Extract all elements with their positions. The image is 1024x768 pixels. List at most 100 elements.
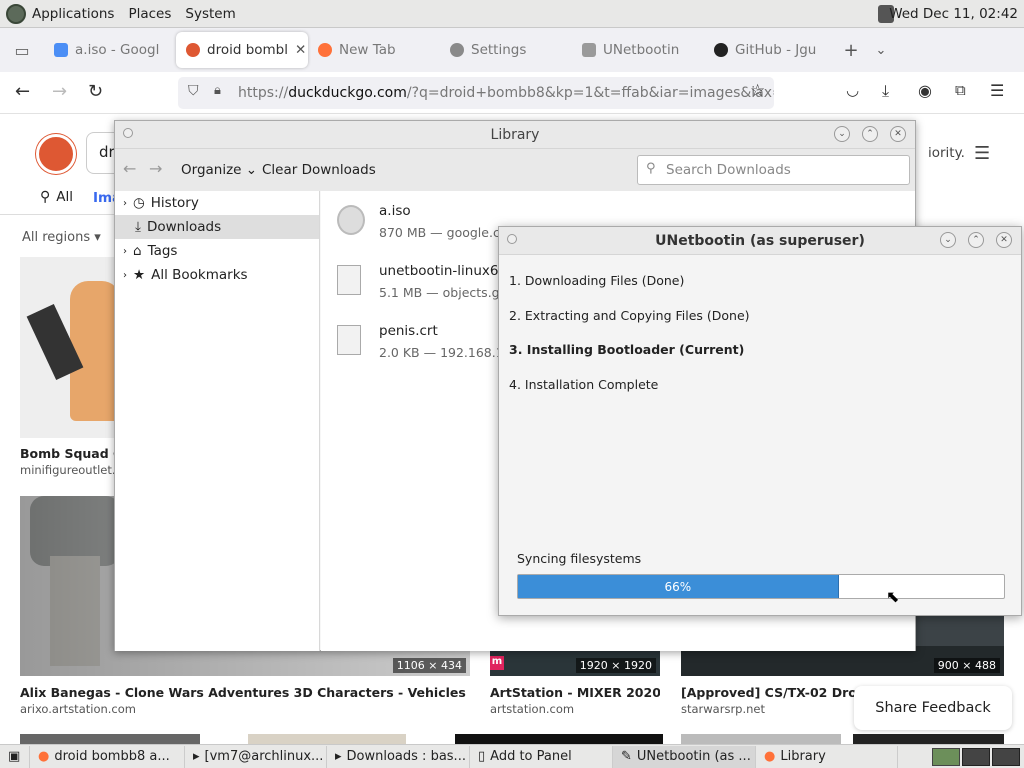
page-menu-icon[interactable]: ☰ — [974, 143, 990, 164]
result-source-1[interactable]: minifigureoutlet.c — [20, 463, 114, 477]
result-source-4[interactable]: starwarsrp.net — [681, 702, 765, 716]
close-tab-icon[interactable]: ✕ — [295, 42, 306, 58]
back-icon[interactable]: ← — [15, 81, 30, 102]
panel-icon: ▯ — [478, 749, 486, 764]
new-tab-plus-icon[interactable]: + — [836, 40, 866, 61]
result-title-2[interactable]: Alix Banegas - Clone Wars Adventures 3D … — [20, 685, 470, 700]
taskbar-item[interactable]: ▸ Downloads : bas... — [327, 745, 470, 768]
show-desktop-icon[interactable]: ▣ — [0, 745, 30, 768]
step-downloading: 1. Downloading Files (Done) — [509, 273, 685, 288]
list-tabs-chevron-icon[interactable]: ⌄ — [866, 43, 896, 58]
lock-icon[interactable]: 🔒︎ — [214, 83, 221, 98]
taskbar-item[interactable]: ✎ UNetbootin (as ... — [613, 745, 756, 768]
star-icon: ★ — [133, 267, 146, 283]
unetbootin-window: UNetbootin (as superuser) ⌄ ⌃ ✕ 1. Downl… — [498, 226, 1022, 616]
terminal-icon: ▸ — [335, 749, 342, 764]
download-icon[interactable]: ⤓ — [882, 81, 889, 101]
result-image-1[interactable] — [20, 257, 114, 438]
result-dims-2: 1106 × 434 — [392, 658, 466, 673]
google-favicon-icon — [54, 43, 68, 57]
tab-overview-icon[interactable]: ▭ — [0, 41, 44, 60]
maximize-icon[interactable]: ⌃ — [862, 126, 878, 142]
unetbootin-title: UNetbootin (as superuser) — [655, 232, 865, 249]
shield-icon[interactable]: ⛉ — [188, 83, 199, 99]
maximize-icon[interactable]: ⌃ — [968, 232, 984, 248]
tab-droid-bomb[interactable]: droid bombl ✕ — [176, 32, 308, 68]
close-icon[interactable]: ✕ — [890, 126, 906, 142]
workspace-switcher[interactable] — [932, 747, 1024, 766]
menu-applications[interactable]: Applications — [32, 6, 114, 22]
taskbar-item[interactable]: ● droid bombb8 a... — [30, 745, 185, 768]
workspace-1[interactable] — [932, 747, 960, 766]
window-menu-icon[interactable] — [123, 128, 133, 138]
url-host: duckduckgo.com — [288, 85, 407, 101]
firefox-icon: ● — [38, 749, 50, 764]
window-menu-icon[interactable] — [507, 234, 517, 244]
menu-system[interactable]: System — [185, 6, 235, 22]
result-source-2[interactable]: arixo.artstation.com — [20, 702, 136, 716]
result-title-3[interactable]: ArtStation - MIXER 2020: B... — [490, 685, 660, 700]
taskbar-item[interactable]: ▸ [vm7@archlinux... — [185, 745, 327, 768]
search-icon: ⚲ — [40, 189, 51, 205]
share-feedback-button[interactable]: Share Feedback — [854, 686, 1012, 730]
account-icon[interactable]: ◉ — [918, 81, 932, 100]
url-bar[interactable]: ⛉ 🔒︎ https://duckduckgo.com/?q=droid+bom… — [178, 77, 774, 109]
duckduckgo-logo-icon[interactable] — [36, 134, 76, 174]
clock-icon: ◷ — [133, 195, 145, 211]
tab-a-iso[interactable]: a.iso - Googl — [44, 32, 176, 68]
library-back-icon[interactable]: ← — [123, 159, 136, 178]
tab-new-tab[interactable]: New Tab — [308, 32, 440, 68]
tab-unetbootin[interactable]: UNetbootin — [572, 32, 704, 68]
chevron-right-icon[interactable]: › — [123, 246, 127, 257]
chevron-right-icon[interactable]: › — [123, 198, 127, 209]
clock[interactable]: Wed Dec 11, 02:42 — [889, 6, 1018, 22]
minimize-icon[interactable]: ⌄ — [940, 232, 956, 248]
navigation-bar: ← → ↻ ⛉ 🔒︎ https://duckduckgo.com/?q=dro… — [0, 72, 1024, 114]
tab-github[interactable]: GitHub - Jgu — [704, 32, 836, 68]
result-source-3[interactable]: artstation.com — [490, 702, 574, 716]
library-titlebar[interactable]: Library — [115, 121, 915, 149]
forward-icon[interactable]: → — [52, 81, 67, 102]
result-image-5[interactable] — [20, 734, 200, 744]
sidebar-item-tags[interactable]: › ⌂ Tags — [115, 239, 319, 263]
hamburger-menu-icon[interactable]: ☰ — [990, 81, 1004, 100]
sidebar-item-all-bookmarks[interactable]: › ★ All Bookmarks — [115, 263, 319, 287]
clear-downloads-button[interactable]: Clear Downloads — [262, 162, 376, 178]
menu-places[interactable]: Places — [128, 6, 171, 22]
taskbar-item[interactable]: ▯ Add to Panel — [470, 745, 613, 768]
chevron-right-icon[interactable]: › — [123, 270, 127, 281]
result-image-9[interactable] — [853, 734, 1004, 744]
sidebar-item-downloads[interactable]: ⤓ Downloads — [115, 215, 319, 239]
progress-fill: 66% — [518, 575, 839, 598]
extensions-icon[interactable]: ⧉ — [955, 81, 966, 99]
result-image-6[interactable] — [248, 734, 406, 744]
workspace-2[interactable] — [962, 747, 990, 766]
tab-all[interactable]: ⚲ All — [40, 189, 73, 205]
result-dims-4: 900 × 488 — [933, 658, 1000, 673]
organize-menu[interactable]: Organize ⌄ — [181, 162, 257, 178]
taskbar-item[interactable]: ● Library — [756, 745, 898, 768]
workspace-3[interactable] — [992, 747, 1020, 766]
distro-logo-icon[interactable] — [6, 3, 26, 24]
sidebar-item-history[interactable]: › ◷ History — [115, 191, 319, 215]
result-image-7[interactable] — [455, 734, 663, 744]
result-title-1[interactable]: Bomb Squad Cl — [20, 446, 114, 461]
reload-icon[interactable]: ↻ — [88, 81, 103, 102]
gear-icon — [450, 43, 464, 57]
close-icon[interactable]: ✕ — [996, 232, 1012, 248]
file-icon — [337, 325, 361, 355]
tab-settings[interactable]: Settings — [440, 32, 572, 68]
result-image-8[interactable] — [681, 734, 841, 744]
result-image-3[interactable]: m 1920 × 1920 — [490, 651, 660, 676]
library-forward-icon[interactable]: → — [149, 159, 162, 178]
unetbootin-favicon-icon — [582, 43, 596, 57]
bookmark-star-icon[interactable]: ☆ — [750, 81, 765, 101]
region-select[interactable]: All regions ▾ — [22, 230, 101, 245]
firefox-favicon-icon — [318, 43, 332, 57]
download-icon: ⤓ — [135, 219, 141, 235]
minimize-icon[interactable]: ⌄ — [834, 126, 850, 142]
pocket-icon[interactable]: ◡ — [846, 81, 859, 99]
result-title-4[interactable]: [Approved] CS/TX-02 Droid B — [681, 685, 861, 700]
url-path: /?q=droid+bombb8&kp=1&t=ffab&iar=images&… — [406, 85, 774, 101]
search-downloads-input[interactable]: ⚲ Search Downloads — [637, 155, 910, 185]
